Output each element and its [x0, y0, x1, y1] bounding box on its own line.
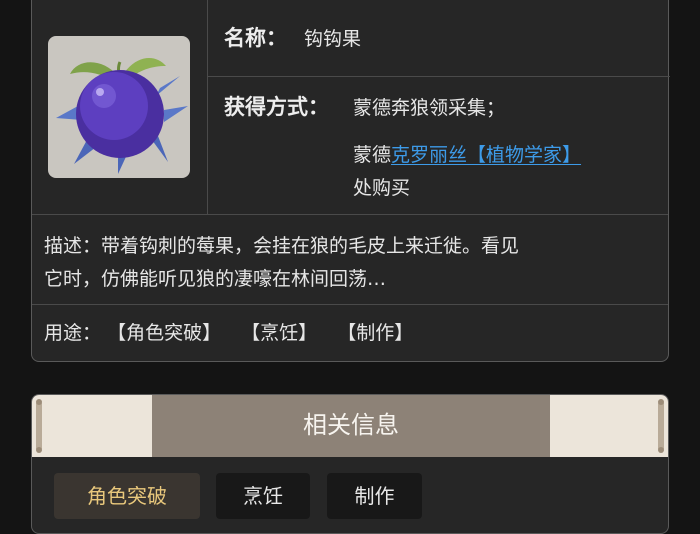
tab-crafting[interactable]: 制作: [327, 473, 422, 519]
ornament-dot: [658, 399, 664, 405]
description: 描述：带着钩刺的莓果，会挂在狼的毛皮上来迁徙。看见 它时，仿佛能听见狼的凄嚎在林…: [32, 214, 668, 305]
item-info-card: 名称： 钩钩果 获得方式： 蒙德奔狼领采集； 蒙德克罗丽丝【植物学家】 处购买 …: [31, 0, 670, 362]
obtain-label: 获得方式：: [224, 95, 329, 119]
ornament-dot: [36, 447, 42, 453]
description-line: 它时，仿佛能听见狼的凄嚎在林间回荡…: [44, 268, 387, 290]
item-name: 钩钩果: [304, 28, 362, 50]
header-ornament-right: [658, 403, 664, 449]
use-link-ascension[interactable]: 【角色突破】: [107, 322, 221, 344]
obtain-purchase: 处购买: [353, 177, 411, 199]
valberry-icon: [48, 36, 190, 178]
obtain-method-row: 获得方式： 蒙德奔狼领采集； 蒙德克罗丽丝【植物学家】 处购买: [208, 77, 670, 214]
item-name-row: 名称： 钩钩果: [208, 0, 670, 77]
uses-row: 用途： 【角色突破】 【烹饪】 【制作】: [44, 318, 427, 345]
use-link-crafting[interactable]: 【制作】: [337, 322, 413, 344]
related-info-section: 相关信息 角色突破 烹饪 制作: [31, 394, 669, 534]
obtain-vendor-line: 蒙德克罗丽丝【植物学家】: [353, 140, 581, 167]
tab-character-ascension[interactable]: 角色突破: [54, 473, 200, 519]
uses-label: 用途：: [44, 322, 102, 344]
section-title: 相关信息: [303, 411, 399, 439]
tab-cooking[interactable]: 烹饪: [216, 473, 310, 519]
description-line: 描述：带着钩刺的莓果，会挂在狼的毛皮上来迁徙。看见: [44, 235, 520, 257]
header-ornament-left: [36, 403, 42, 449]
vendor-link[interactable]: 克罗丽丝【植物学家】: [391, 144, 581, 166]
item-image-cell: [32, 0, 208, 214]
obtain-location: 蒙德奔狼领采集；: [353, 97, 506, 119]
obtain-region: 蒙德: [353, 144, 392, 166]
ornament-dot: [36, 399, 42, 405]
ornament-dot: [658, 447, 664, 453]
section-header: 相关信息: [32, 395, 668, 457]
name-label: 名称：: [224, 26, 287, 50]
use-link-cooking[interactable]: 【烹饪】: [241, 322, 317, 344]
